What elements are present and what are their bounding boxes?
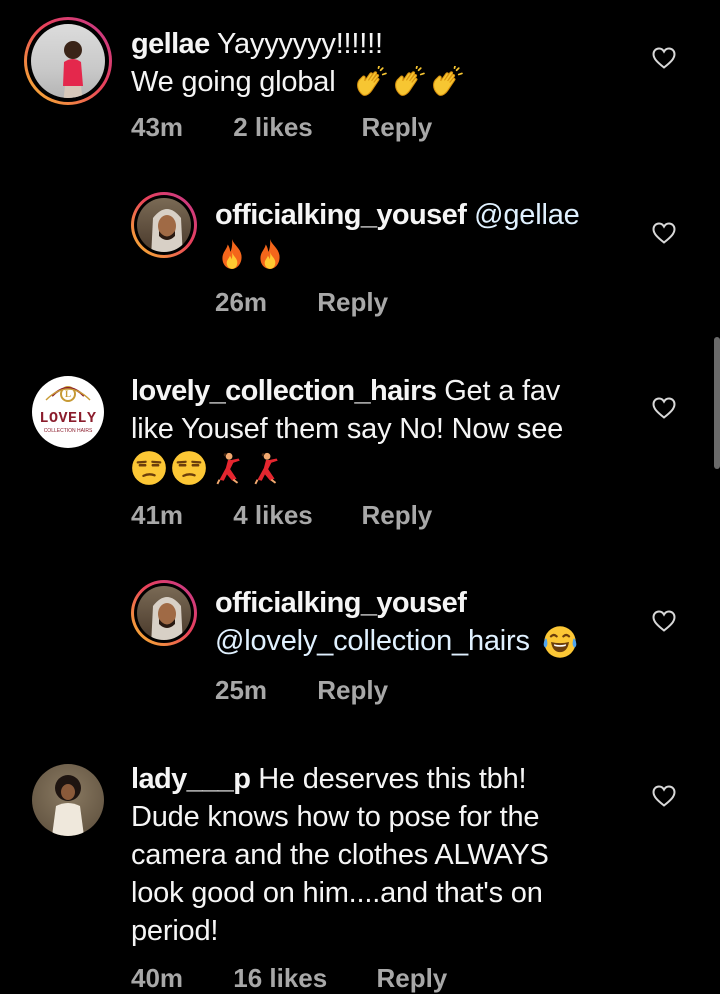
heart-icon[interactable] (652, 610, 676, 632)
comment-text-line: Dude knows how to pose for the (131, 801, 540, 833)
logo-text: LOVELY (39, 410, 97, 427)
reply-button[interactable]: Reply (361, 500, 432, 531)
comment-timestamp: 40m (131, 963, 184, 993)
waving-hand-icon (429, 66, 463, 100)
reply-button[interactable]: Reply (376, 963, 447, 994)
user-photo-icon (151, 209, 183, 252)
fire-icon (253, 237, 287, 271)
svg-text:L: L (65, 389, 71, 399)
comment-username[interactable]: officialking_yousef (215, 199, 467, 231)
mention-link[interactable]: @lovely_collection_hairs (215, 625, 530, 657)
user-photo-icon (63, 41, 83, 98)
comment-likes[interactable]: 16 likes (233, 963, 369, 994)
mention-link[interactable]: @gellae (474, 199, 580, 231)
avatar[interactable] (131, 580, 197, 646)
fire-icon (215, 237, 249, 271)
avatar[interactable] (32, 764, 104, 836)
comment-likes[interactable]: 4 likes (233, 500, 354, 531)
unamused-face-icon (171, 450, 207, 486)
comment-timestamp: 25m (215, 675, 268, 705)
user-photo-icon (52, 775, 84, 836)
reply-button[interactable]: Reply (317, 287, 388, 318)
dancer-icon (211, 451, 245, 485)
heart-icon[interactable] (652, 222, 676, 244)
comment-timestamp: 41m (131, 500, 184, 530)
comment-username[interactable]: gellae (131, 28, 210, 60)
comment-timestamp: 43m (131, 112, 184, 142)
comment-text: Get a fav (444, 375, 561, 407)
tears-of-joy-icon (542, 624, 578, 660)
comment-text-line: like Yousef them say No! Now see (131, 413, 564, 445)
dancer-icon (249, 451, 283, 485)
heart-icon[interactable] (652, 397, 676, 419)
comment-text-line: period! (131, 915, 219, 947)
comment-timestamp: 26m (215, 287, 268, 317)
avatar[interactable] (131, 192, 197, 258)
avatar[interactable] (24, 17, 112, 105)
logo-subtext: COLLECTION HAIRS (43, 428, 93, 434)
avatar[interactable]: L LOVELY COLLECTION HAIRS (32, 376, 104, 448)
unamused-face-icon (131, 450, 167, 486)
comment-text-line: We going global (131, 66, 336, 98)
comment-text: He deserves this tbh! (258, 763, 527, 795)
reply-button[interactable]: Reply (361, 112, 432, 143)
heart-icon[interactable] (652, 785, 676, 807)
comment-text-line: camera and the clothes ALWAYS (131, 839, 549, 871)
waving-hand-icon (391, 66, 425, 100)
comment-text: Yayyyyyy!!!!!! (216, 28, 383, 60)
comment-username[interactable]: lady___p (131, 763, 251, 795)
waving-hand-icon (353, 66, 387, 100)
user-photo-icon (151, 597, 183, 640)
heart-icon[interactable] (652, 47, 676, 69)
comment-likes[interactable]: 2 likes (233, 112, 354, 143)
comment-username[interactable]: officialking_yousef (215, 587, 467, 619)
reply-button[interactable]: Reply (317, 675, 388, 706)
comment-text-line: look good on him....and that's on (131, 877, 543, 909)
scrollbar[interactable] (714, 337, 720, 469)
comment-username[interactable]: lovely_collection_hairs (131, 375, 437, 407)
